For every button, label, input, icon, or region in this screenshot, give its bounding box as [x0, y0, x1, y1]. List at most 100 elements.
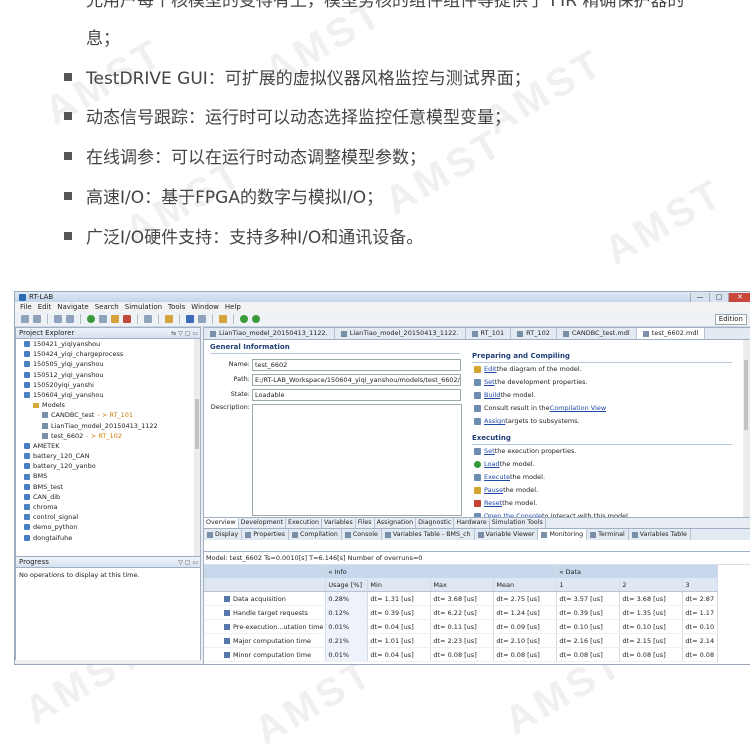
save-icon[interactable] [33, 315, 41, 323]
menu-help[interactable]: Help [225, 303, 241, 311]
tree-scrollbar[interactable] [194, 339, 200, 556]
tree-item[interactable]: 150512_yiqi_yanshou [16, 370, 200, 380]
menu-window[interactable]: Window [191, 303, 219, 311]
table-row[interactable]: Minor computation time 0.01% dt= 0.04 [us]… [204, 647, 719, 662]
build-icon[interactable] [54, 315, 62, 323]
menu-tools[interactable]: Tools [168, 303, 185, 311]
model-editor-tab[interactable]: Simulation Tools [490, 518, 546, 528]
edition-perspective-button[interactable]: Edition [714, 313, 747, 325]
tree-item[interactable]: test_6602- > RT_102 [16, 431, 200, 441]
menu-file[interactable]: File [20, 303, 32, 311]
view-tab[interactable]: Properties [242, 529, 290, 540]
editor-scrollbar[interactable] [743, 340, 750, 518]
new-icon[interactable] [21, 315, 29, 323]
minimize-button[interactable]: — [690, 292, 709, 302]
view-tab[interactable]: Terminal [587, 529, 629, 540]
model-editor-tab[interactable]: Development [239, 518, 287, 528]
view-tab[interactable]: Variable Viewer [475, 529, 539, 540]
step-icon[interactable] [99, 315, 107, 323]
load-icon[interactable] [66, 315, 74, 323]
view-tab[interactable]: Console [342, 529, 382, 540]
tree-item[interactable]: AMETEK [16, 441, 200, 451]
tree-item[interactable]: Models [16, 400, 200, 410]
table-row[interactable]: Major computation time 0.21% dt= 1.01 [us]… [204, 633, 719, 648]
action-link[interactable]: Reset [484, 499, 502, 507]
view-tab[interactable]: Compilation [289, 529, 342, 540]
model-editor-tab[interactable]: Diagnostic [416, 518, 455, 528]
reset-icon[interactable] [123, 315, 131, 323]
forward-icon[interactable] [252, 315, 260, 323]
tree-item[interactable]: LianTiao_model_20150413_1122 [16, 421, 200, 431]
tree-item[interactable]: battery_120_yanbo [16, 461, 200, 471]
action-link[interactable]: Load [484, 460, 500, 468]
tree-item[interactable]: BMS_test [16, 482, 200, 492]
target-icon[interactable] [165, 315, 173, 323]
back-icon[interactable] [240, 315, 248, 323]
tree-item[interactable]: 150520yiqi_yanshi [16, 380, 200, 390]
console-icon[interactable] [144, 315, 152, 323]
tree-item[interactable]: 150424_yiqi_chargeprocess [16, 349, 200, 359]
action-link[interactable]: Execute [484, 473, 510, 481]
action-link[interactable]: Pause [484, 486, 503, 494]
table-row[interactable]: Data acquisition 0.28% dt= 1.31 [us] dt= 3.… [204, 591, 719, 606]
panel-controls-icon[interactable]: ▽ ▢ ▭ [178, 559, 198, 566]
path-field[interactable]: E:/RT-LAB_Workspace/150604_yiqi_yanshou/… [252, 374, 461, 386]
editor-tab[interactable]: RT_101 [466, 328, 512, 339]
model-editor-tab[interactable]: Files [356, 518, 375, 528]
tree-item[interactable]: demo_python [16, 522, 200, 532]
table-row[interactable]: Pre-execution...utation time 0.01% dt= 0.0… [204, 619, 719, 634]
action-link[interactable]: Edit [484, 365, 497, 373]
action-link[interactable]: Set [484, 447, 495, 455]
maximize-button[interactable]: ▢ [709, 292, 728, 302]
data-group-header[interactable]: « Data [556, 565, 719, 578]
close-button[interactable]: ✕ [728, 292, 750, 302]
tree-item[interactable]: control_signal [16, 512, 200, 522]
menu-simulation[interactable]: Simulation [125, 303, 162, 311]
info-group-header[interactable]: « Info [325, 565, 558, 578]
compilation-view-link[interactable]: Compilation View [550, 404, 607, 412]
editor-tab[interactable]: test_6602.mdl [636, 328, 706, 339]
action-link[interactable]: Assign [484, 417, 505, 425]
monitor-icon[interactable] [186, 315, 194, 323]
tree-item[interactable]: dongtaifuhe [16, 533, 200, 543]
view-tab[interactable]: Monitoring [538, 529, 588, 540]
column-header[interactable]: Mean [493, 578, 558, 592]
table-row[interactable]: Handle target requests 0.12% dt= 0.39 [us]… [204, 605, 719, 620]
name-field[interactable]: test_6602 [252, 359, 461, 371]
menu-edit[interactable]: Edit [38, 303, 52, 311]
editor-tab[interactable]: LianTiao_model_20150413_1122. [204, 328, 335, 339]
view-tab[interactable]: Variables Table - BMS_ch [382, 529, 475, 540]
pause-icon[interactable] [111, 315, 119, 323]
tree-item[interactable]: battery_120_CAN [16, 451, 200, 461]
model-editor-tab[interactable]: Variables [322, 518, 356, 528]
column-header[interactable]: Min [367, 578, 432, 592]
tree-item[interactable]: 150604_yiqi_yanshou [16, 390, 200, 400]
action-link[interactable]: Set [484, 378, 495, 386]
model-editor-tab[interactable]: Execution [286, 518, 322, 528]
column-header[interactable]: 2 [619, 578, 684, 592]
view-tab[interactable]: Variables Table [629, 529, 691, 540]
edit-icon[interactable] [219, 315, 227, 323]
model-editor-tab[interactable]: Hardware [454, 518, 490, 528]
editor-tab[interactable]: RT_102 [511, 328, 557, 339]
tree-item[interactable]: CANDBC_test - > RT_101 [16, 410, 200, 420]
tree-item[interactable]: chroma [16, 502, 200, 512]
editor-tab[interactable]: CANDBC_test.mdl [557, 328, 637, 339]
chart-icon[interactable] [198, 315, 206, 323]
execute-icon[interactable] [87, 315, 95, 323]
tree-item[interactable]: 150421_yiqiyanshou [16, 339, 200, 349]
column-header[interactable]: Max [430, 578, 495, 592]
menu-search[interactable]: Search [95, 303, 119, 311]
column-header[interactable]: 3 [682, 578, 719, 592]
view-tab[interactable]: Display [204, 529, 243, 540]
menu-navigate[interactable]: Navigate [57, 303, 88, 311]
action-link[interactable]: Build [484, 391, 500, 399]
tree-item[interactable]: 150505_yiqi_yanshou [16, 359, 200, 369]
model-editor-tab[interactable]: Assignation [375, 518, 417, 528]
description-field[interactable] [252, 404, 462, 516]
panel-controls-icon[interactable]: ⇆ ▽ ▢ ▭ [171, 330, 198, 337]
editor-tab[interactable]: LianTiao_model_20150413_1122. [335, 328, 466, 339]
tree-item[interactable]: BMS [16, 471, 200, 481]
column-header[interactable]: 1 [556, 578, 621, 592]
model-editor-tab[interactable]: Overview [204, 518, 239, 528]
